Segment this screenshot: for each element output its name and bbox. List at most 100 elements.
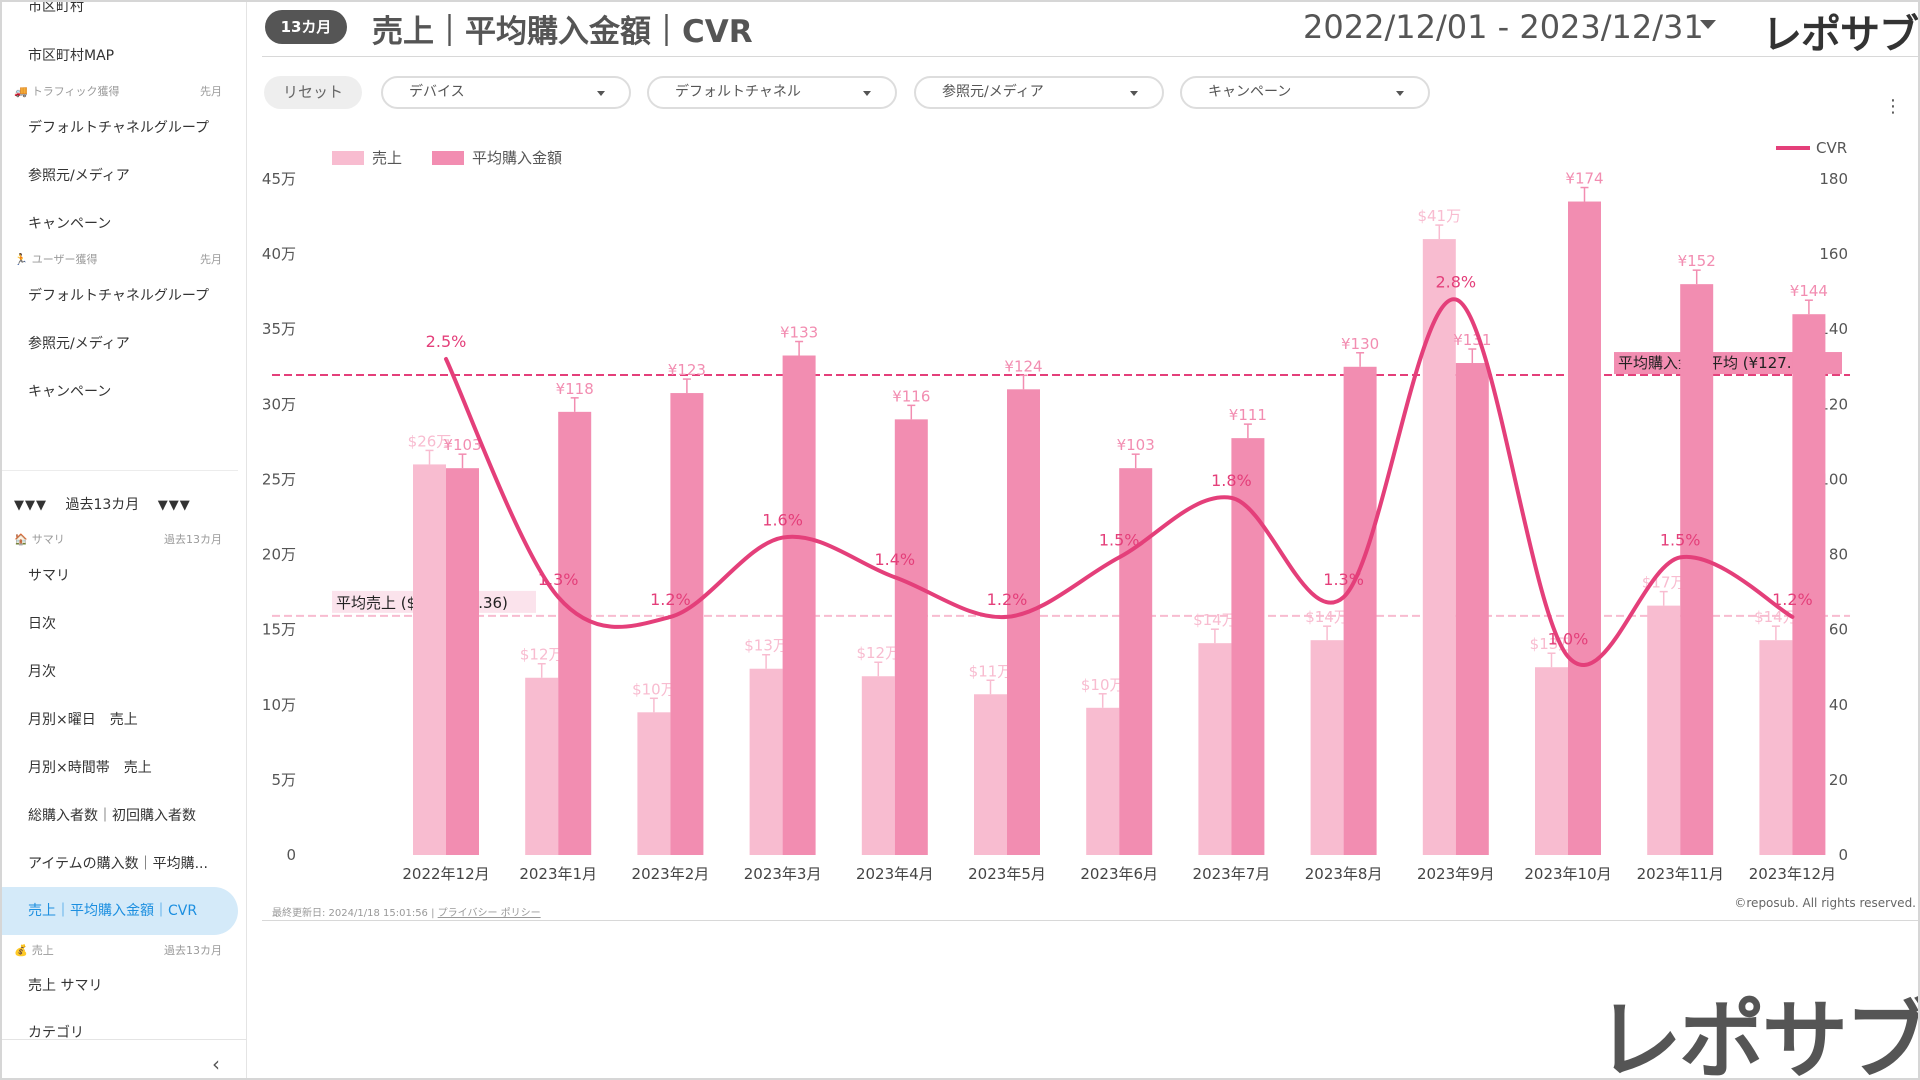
chevron-down-icon xyxy=(1396,91,1404,96)
avg-price-bar xyxy=(558,411,592,855)
sidebar-item-user-channel[interactable]: デフォルトチャネルグループ xyxy=(28,285,209,305)
avg-price-data-label: ¥133 xyxy=(780,324,818,342)
x-tick-label: 2023年4月 xyxy=(856,865,934,883)
sidebar-item-traffic-channel[interactable]: デフォルトチャネルグループ xyxy=(28,117,209,137)
sales-bar xyxy=(1647,605,1681,855)
avg-price-data-label: ¥111 xyxy=(1229,406,1267,424)
page-title: 売上｜平均購入金額｜CVR xyxy=(372,14,753,50)
avg-price-bar xyxy=(1680,284,1714,856)
x-tick-label: 2023年2月 xyxy=(632,865,710,883)
sidebar-section-summary: 🏠 サマリ 過去13カ月 xyxy=(14,533,222,546)
house-icon: 🏠 xyxy=(14,533,28,546)
sales-bar xyxy=(1198,643,1232,855)
filter-device[interactable]: デバイス xyxy=(381,76,631,109)
avg-price-data-label: ¥116 xyxy=(892,387,930,405)
y-right-tick-label: 20 xyxy=(1829,771,1848,789)
sidebar-item-month-hour[interactable]: 月別×時間帯 売上 xyxy=(28,757,152,777)
sidebar-item-month-weekday[interactable]: 月別×曜日 売上 xyxy=(28,709,138,729)
y-left-tick-label: 10万 xyxy=(262,696,296,714)
footer-copyright: ©reposub. All rights reserved. xyxy=(1734,896,1916,910)
cvr-data-label: 1.2% xyxy=(987,590,1028,609)
filter-campaign[interactable]: キャンペーン xyxy=(1180,76,1430,109)
cvr-data-label: 1.0% xyxy=(1548,630,1589,649)
avg-price-bar xyxy=(1007,389,1040,855)
reset-button[interactable]: リセット xyxy=(264,76,362,109)
sales-bar xyxy=(974,694,1007,855)
sales-bar xyxy=(749,668,783,855)
avg-price-bar xyxy=(894,419,928,855)
sidebar-item-traffic-campaign[interactable]: キャンペーン xyxy=(28,213,111,233)
moneybag-icon: 💰 xyxy=(14,944,28,957)
date-range-dropdown-icon[interactable] xyxy=(1700,20,1716,29)
y-right-tick-label: 80 xyxy=(1829,546,1848,564)
sales-data-label: $10万 xyxy=(632,680,676,698)
x-tick-label: 2023年12月 xyxy=(1749,865,1836,883)
y-right-tick-label: 160 xyxy=(1819,245,1848,263)
y-left-tick-label: 20万 xyxy=(262,546,296,564)
cvr-data-label: 2.5% xyxy=(426,332,467,351)
sales-bar xyxy=(1535,667,1568,855)
avg-price-bar xyxy=(1119,468,1153,855)
y-left-tick-label: 0 xyxy=(286,846,296,864)
chevron-down-icon xyxy=(1130,91,1138,96)
runner-icon: 🏃 xyxy=(14,253,28,266)
sidebar-item-item-purchases[interactable]: アイテムの購入数｜平均購... xyxy=(28,853,208,873)
sidebar-item-municipality[interactable]: 市区町村 xyxy=(28,0,84,16)
avg-price-data-label: ¥174 xyxy=(1565,170,1603,188)
sidebar-item-summary[interactable]: サマリ xyxy=(28,565,70,585)
legend-avg-price-label: 平均購入金額 xyxy=(472,149,562,167)
sidebar-group-13months[interactable]: ▼▼▼ 過去13カ月 ▼▼▼ xyxy=(14,494,191,514)
avg-price-data-label: ¥124 xyxy=(1004,357,1042,375)
y-right-tick-label: 180 xyxy=(1819,170,1848,188)
sidebar-item-municipality-map[interactable]: 市区町村MAP xyxy=(28,45,114,65)
sidebar-item-sales-summary[interactable]: 売上 サマリ xyxy=(28,975,102,995)
y-right-tick-label: 40 xyxy=(1829,696,1848,714)
x-tick-label: 2023年9月 xyxy=(1417,865,1495,883)
sales-data-label: $12万 xyxy=(520,646,564,664)
avg-price-data-label: ¥123 xyxy=(668,361,706,379)
sidebar-item-purchasers[interactable]: 総購入者数｜初回購入者数 xyxy=(28,805,196,825)
sidebar-item-user-campaign[interactable]: キャンペーン xyxy=(28,381,111,401)
sidebar-item-daily[interactable]: 日次 xyxy=(28,613,56,633)
privacy-policy-link[interactable]: プライバシー ポリシー xyxy=(438,908,541,919)
avg-price-data-label: ¥103 xyxy=(443,436,481,454)
cvr-data-label: 1.2% xyxy=(1772,590,1813,609)
legend-cvr-label: CVR xyxy=(1816,139,1847,157)
sales-bar xyxy=(1310,640,1344,855)
date-range-display[interactable]: 2022/12/01 - 2023/12/31 xyxy=(1303,8,1704,46)
sales-bar xyxy=(525,677,559,855)
filter-source-medium[interactable]: 参照元/メディア xyxy=(914,76,1164,109)
triangles-icon: ▼▼▼ xyxy=(14,498,47,513)
sales-data-label: $14万 xyxy=(1305,608,1349,626)
cvr-data-label: 1.5% xyxy=(1660,530,1701,549)
sidebar-item-monthly[interactable]: 月次 xyxy=(28,661,56,681)
filter-default-channel[interactable]: デフォルトチャネル xyxy=(647,76,897,109)
sidebar-item-sales-avg-cvr[interactable]: 売上｜平均購入金額｜CVR xyxy=(0,887,238,935)
sales-bar xyxy=(637,712,671,855)
footer-updated: 最終更新日: 2024/1/18 15:01:56 | プライバシー ポリシー xyxy=(272,908,541,919)
y-left-tick-label: 25万 xyxy=(262,470,296,488)
chevron-down-icon xyxy=(863,91,871,96)
x-tick-label: 2023年6月 xyxy=(1080,865,1158,883)
sales-data-label: $41万 xyxy=(1417,207,1461,225)
triangles-icon: ▼▼▼ xyxy=(157,498,191,513)
collapse-sidebar-icon[interactable]: ‹ xyxy=(212,1052,220,1076)
sidebar-section-users: 🏃 ユーザー獲得 先月 xyxy=(14,253,222,266)
avg-price-bar xyxy=(1792,314,1826,855)
period-badge: 13カ月 xyxy=(265,10,347,44)
avg-price-bar xyxy=(1343,366,1377,855)
avg-price-data-label: ¥152 xyxy=(1678,252,1716,270)
sales-avg-cvr-chart: 05万10万15万20万25万30万35万40万45万0204060801001… xyxy=(262,139,1850,883)
y-left-tick-label: 35万 xyxy=(262,320,296,338)
sidebar-item-traffic-source[interactable]: 参照元/メディア xyxy=(28,165,130,185)
legend-sales-swatch xyxy=(332,151,364,165)
sales-data-label: $10万 xyxy=(1081,676,1125,694)
x-tick-label: 2023年3月 xyxy=(744,865,822,883)
cvr-data-label: 1.8% xyxy=(1211,471,1252,490)
sidebar-item-user-source[interactable]: 参照元/メディア xyxy=(28,333,130,353)
more-options-icon[interactable]: ⋮ xyxy=(1884,98,1902,116)
avg-price-data-label: ¥144 xyxy=(1790,282,1828,300)
x-tick-label: 2022年12月 xyxy=(402,865,489,883)
y-left-tick-label: 45万 xyxy=(262,170,296,188)
cvr-data-label: 1.2% xyxy=(650,590,691,609)
